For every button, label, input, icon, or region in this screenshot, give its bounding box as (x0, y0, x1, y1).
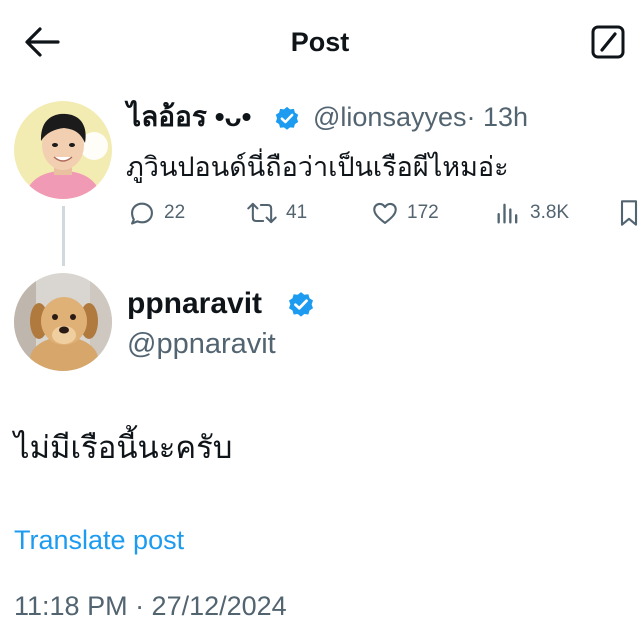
parent-handle[interactable]: @lionsayyes (313, 102, 466, 132)
like-count: 172 (407, 202, 439, 223)
views-chart-icon (497, 203, 518, 224)
reply-icon (131, 202, 153, 225)
verified-badge-icon (286, 289, 316, 319)
reply-count: 22 (164, 202, 186, 223)
page-title: Post (290, 27, 350, 57)
main-display-name[interactable]: ppnaravit (127, 286, 262, 322)
repost-count: 41 (286, 202, 308, 223)
verified-badge-icon (273, 104, 301, 132)
bookmark-icon (620, 200, 638, 226)
parent-avatar[interactable] (14, 101, 112, 199)
post-timestamp[interactable]: 11:18 PM · 27/12/2024 (14, 588, 287, 624)
repost-button[interactable]: 41 (246, 197, 307, 229)
compose-button[interactable] (590, 24, 626, 60)
bookmark-button[interactable] (618, 197, 640, 229)
parent-time: · 13h (466, 102, 529, 132)
parent-handle-time[interactable]: @lionsayyes· 13h (313, 99, 528, 135)
repost-icon (247, 202, 277, 224)
like-button[interactable]: 172 (371, 197, 439, 229)
parent-display-name[interactable]: ไลอ้อร •ᴗ• (127, 99, 251, 135)
main-post-text: ไม่มีเรือนี้นะครับ (14, 430, 233, 465)
thread-line (62, 206, 65, 266)
compose-icon (591, 25, 625, 59)
views-button[interactable]: 3.8K (494, 197, 569, 229)
translate-post-link[interactable]: Translate post (14, 522, 184, 558)
main-handle[interactable]: @ppnaravit (127, 326, 276, 362)
parent-post-text: ภูวินปอนด์นี่ถือว่าเป็นเรือผีไหมอ่ะ (126, 152, 509, 182)
reply-button[interactable]: 22 (128, 197, 185, 229)
heart-icon (373, 202, 397, 224)
views-count: 3.8K (530, 202, 570, 223)
main-avatar[interactable] (14, 273, 112, 371)
